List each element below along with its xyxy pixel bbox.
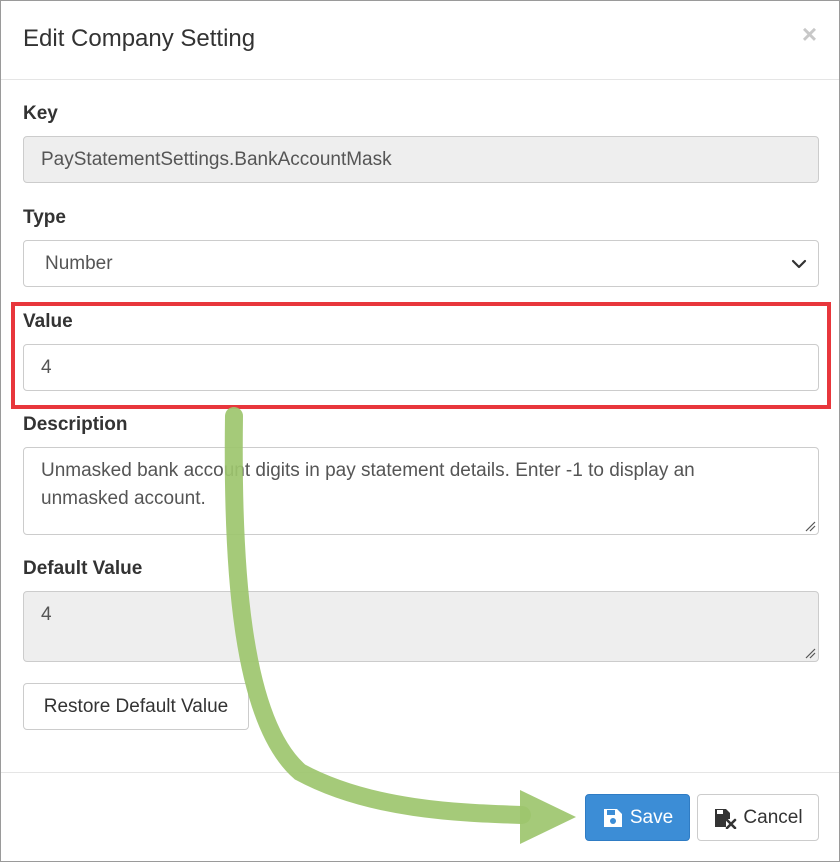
- default-value-text: 4: [41, 604, 52, 625]
- resize-grip-icon[interactable]: [804, 520, 816, 532]
- key-label: Key: [23, 103, 58, 124]
- cancel-button[interactable]: Cancel: [697, 794, 819, 841]
- cancel-label: Cancel: [743, 806, 803, 828]
- save-icon: [603, 808, 622, 827]
- description-textarea[interactable]: Unmasked bank account digits in pay stat…: [23, 447, 819, 535]
- resize-grip-icon[interactable]: [804, 647, 816, 659]
- key-field[interactable]: PayStatementSettings.BankAccountMask: [23, 136, 819, 183]
- description-text: Unmasked bank account digits in pay stat…: [41, 460, 695, 509]
- description-label: Description: [23, 414, 128, 435]
- cancel-icon: [715, 808, 737, 829]
- value-label: Value: [23, 311, 73, 332]
- edit-company-setting-dialog: Edit Company Setting × Key PayStatementS…: [0, 0, 840, 862]
- save-button[interactable]: Save: [585, 794, 690, 841]
- close-icon[interactable]: ×: [802, 21, 817, 47]
- type-label: Type: [23, 207, 66, 228]
- type-select-value: Number: [45, 253, 113, 274]
- default-value-textarea: 4: [23, 591, 819, 662]
- dialog-title: Edit Company Setting: [23, 25, 256, 52]
- restore-default-label: Restore Default Value: [43, 695, 229, 717]
- default-value-label: Default Value: [23, 558, 143, 579]
- value-input[interactable]: 4: [23, 344, 819, 391]
- dialog-header: Edit Company Setting ×: [1, 1, 839, 80]
- type-select[interactable]: Number: [23, 240, 819, 287]
- restore-default-button[interactable]: Restore Default Value: [23, 683, 249, 730]
- save-label: Save: [629, 806, 674, 828]
- chevron-down-icon: [791, 259, 807, 269]
